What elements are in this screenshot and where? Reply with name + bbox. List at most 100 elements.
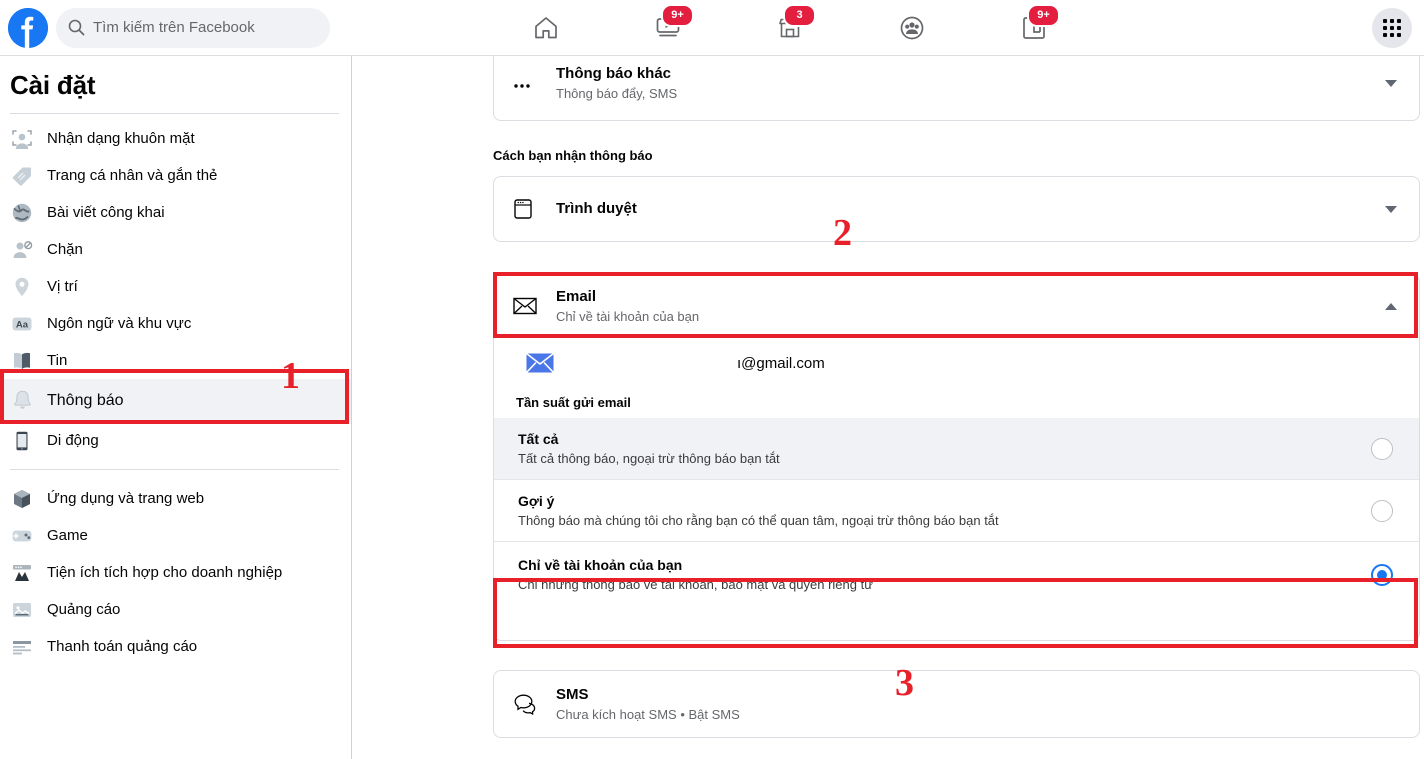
sidebar-item-location[interactable]: Vị trí	[0, 268, 351, 305]
browser-title: Trình duyệt	[556, 200, 637, 217]
sidebar-item-ads[interactable]: Quảng cáo	[0, 591, 351, 628]
browser-card[interactable]: Trình duyệt	[493, 176, 1420, 242]
option-subtitle: Tất cả thông báo, ngoại trừ thông báo bạ…	[518, 450, 780, 466]
option-title: Gợi ý	[518, 492, 555, 509]
sidebar-item-game[interactable]: Game	[0, 517, 351, 554]
email-subtitle: Chỉ về tài khoản của bạn	[556, 308, 700, 324]
facebook-logo-icon[interactable]	[8, 7, 48, 48]
email-option-all-text: Tất cả Tất cả thông báo, ngoại trừ thông…	[518, 430, 1371, 468]
other-notifications-title: Thông báo khác	[556, 65, 672, 82]
other-notifications-subtitle: Thông báo đẩy, SMS	[556, 86, 678, 101]
email-option-suggestions[interactable]: Gợi ý Thông báo mà chúng tôi cho rằng bạ…	[494, 480, 1419, 542]
sidebar-item-label: Chặn	[47, 241, 83, 258]
business-integration-icon	[10, 561, 34, 585]
email-address-row: ı@gmail.com	[494, 337, 1419, 389]
search-icon	[68, 19, 85, 36]
nav-groups-button[interactable]	[884, 6, 940, 50]
sidebar-item-face-recognition[interactable]: Nhận dạng khuôn mặt	[0, 120, 351, 157]
mobile-phone-icon	[10, 429, 34, 453]
chevron-down-icon[interactable]	[1381, 199, 1401, 219]
sidebar-divider	[10, 113, 339, 114]
email-title: Email	[556, 287, 597, 305]
nav-gaming-button[interactable]: 9+	[1006, 3, 1062, 50]
nav-video-badge: 9+	[661, 3, 694, 27]
language-aa-icon: Aa	[10, 312, 34, 336]
sidebar-item-label: Thông báo	[47, 391, 124, 409]
grid-dots	[1383, 19, 1401, 37]
section-label-how-you-receive: Cách bạn nhận thông báo	[493, 148, 653, 163]
search-placeholder: Tìm kiếm trên Facebook	[93, 19, 255, 36]
settings-sidebar: Cài đặt Nhận dạng khuôn mặt Trang cá nhâ…	[0, 56, 352, 759]
more-dots-icon	[512, 74, 542, 94]
email-option-all[interactable]: Tất cả Tất cả thông báo, ngoại trừ thông…	[494, 418, 1419, 480]
email-option-suggestions-text: Gợi ý Thông báo mà chúng tôi cho rằng bạ…	[518, 492, 1371, 530]
email-card-header[interactable]: Email Chỉ về tài khoản của bạn	[493, 274, 1420, 338]
sidebar-item-apps-websites[interactable]: Ứng dụng và trang web	[0, 480, 351, 517]
nav-video-button[interactable]: 9+	[640, 3, 696, 50]
chevron-up-icon[interactable]	[1381, 296, 1401, 316]
email-option-account-only[interactable]: Chỉ về tài khoản của bạn Chỉ những thông…	[494, 542, 1419, 608]
stories-book-icon	[10, 349, 34, 373]
nav-marketplace-badge: 3	[783, 3, 816, 27]
marker-3: 3	[895, 662, 914, 704]
sidebar-item-ad-payments[interactable]: Thanh toán quảng cáo	[0, 628, 351, 665]
sms-subtitle: Chưa kích hoạt SMS • Bật SMS	[556, 706, 740, 722]
sidebar-item-label: Bài viết công khai	[47, 204, 165, 221]
browser-window-icon	[512, 197, 542, 221]
option-subtitle: Chỉ những thông báo về tài khoản, bảo mậ…	[518, 577, 873, 592]
email-row[interactable]: Email Chỉ về tài khoản của bạn	[494, 275, 1419, 337]
sidebar-item-label: Nhận dạng khuôn mặt	[47, 130, 195, 147]
other-notifications-row[interactable]: Thông báo khác Thông báo đẩy, SMS	[494, 56, 1419, 120]
svg-text:Aa: Aa	[16, 319, 29, 330]
email-text: Email Chỉ về tài khoản của bạn	[556, 287, 1381, 326]
browser-text: Trình duyệt	[556, 199, 1381, 219]
home-icon	[532, 14, 560, 42]
tag-icon	[10, 164, 34, 188]
sidebar-item-language-region[interactable]: Aa Ngôn ngữ và khu vực	[0, 305, 351, 342]
nav-marketplace-button[interactable]: 3	[762, 3, 818, 50]
sidebar-item-label: Quảng cáo	[47, 601, 121, 618]
groups-people-icon	[898, 14, 926, 42]
sidebar-item-label: Game	[47, 527, 88, 544]
sidebar-item-business-integrations[interactable]: Tiện ích tích hợp cho doanh nghiệp	[0, 554, 351, 591]
sms-card[interactable]: SMS Chưa kích hoạt SMS • Bật SMS	[493, 670, 1420, 738]
radio-email-all[interactable]	[1371, 437, 1393, 460]
option-title: Tất cả	[518, 430, 559, 447]
block-user-icon	[10, 238, 34, 262]
option-subtitle: Thông báo mà chúng tôi cho rằng bạn có t…	[518, 512, 999, 528]
grid-menu-icon[interactable]	[1372, 8, 1412, 48]
browser-row[interactable]: Trình duyệt	[494, 177, 1419, 241]
option-title: Chỉ về tài khoản của bạn	[518, 557, 683, 573]
sidebar-item-label: Ứng dụng và trang web	[47, 490, 205, 507]
sidebar-item-label: Vị trí	[47, 278, 78, 295]
settings-main-content: Thông báo khác Thông báo đẩy, SMS Cách b…	[353, 56, 1424, 759]
chevron-down-icon[interactable]	[1381, 74, 1401, 94]
other-notifications-card[interactable]: Thông báo khác Thông báo đẩy, SMS	[493, 56, 1420, 121]
radio-email-account-only[interactable]	[1371, 564, 1393, 586]
sidebar-item-blocking[interactable]: Chặn	[0, 231, 351, 268]
search-input[interactable]: Tìm kiếm trên Facebook	[56, 7, 330, 48]
page-title: Cài đặt	[10, 70, 96, 100]
globe-icon	[10, 201, 34, 225]
sidebar-item-profile-tagging[interactable]: Trang cá nhân và gắn thẻ	[0, 157, 351, 194]
nav-gaming-badge: 9+	[1027, 3, 1060, 27]
nav-home-button[interactable]	[518, 6, 574, 50]
sidebar-item-public-posts[interactable]: Bài viết công khai	[0, 194, 351, 231]
sidebar-item-label: Di động	[47, 432, 99, 449]
sms-row[interactable]: SMS Chưa kích hoạt SMS • Bật SMS	[494, 671, 1419, 737]
sidebar-section-divider	[10, 469, 339, 470]
radio-email-suggestions[interactable]	[1371, 499, 1393, 522]
marker-2: 2	[833, 212, 852, 254]
chat-bubbles-icon	[512, 692, 542, 716]
sidebar-item-mobile[interactable]: Di động	[0, 422, 351, 459]
email-expanded-panel: ı@gmail.com Tần suất gửi email Tất cả Tấ…	[493, 337, 1420, 641]
envelope-outline-icon	[512, 295, 542, 317]
nav-icon-group: 9+ 3 9+	[500, 0, 1080, 55]
face-recognition-icon	[10, 127, 34, 151]
game-controller-icon	[10, 524, 34, 548]
sidebar-item-label: Thanh toán quảng cáo	[47, 638, 198, 655]
apps-cube-icon	[10, 487, 34, 511]
sidebar-item-label: Ngôn ngữ và khu vực	[47, 315, 192, 332]
email-address-value: ı@gmail.com	[737, 354, 825, 372]
email-frequency-label: Tần suất gửi email	[516, 395, 631, 410]
